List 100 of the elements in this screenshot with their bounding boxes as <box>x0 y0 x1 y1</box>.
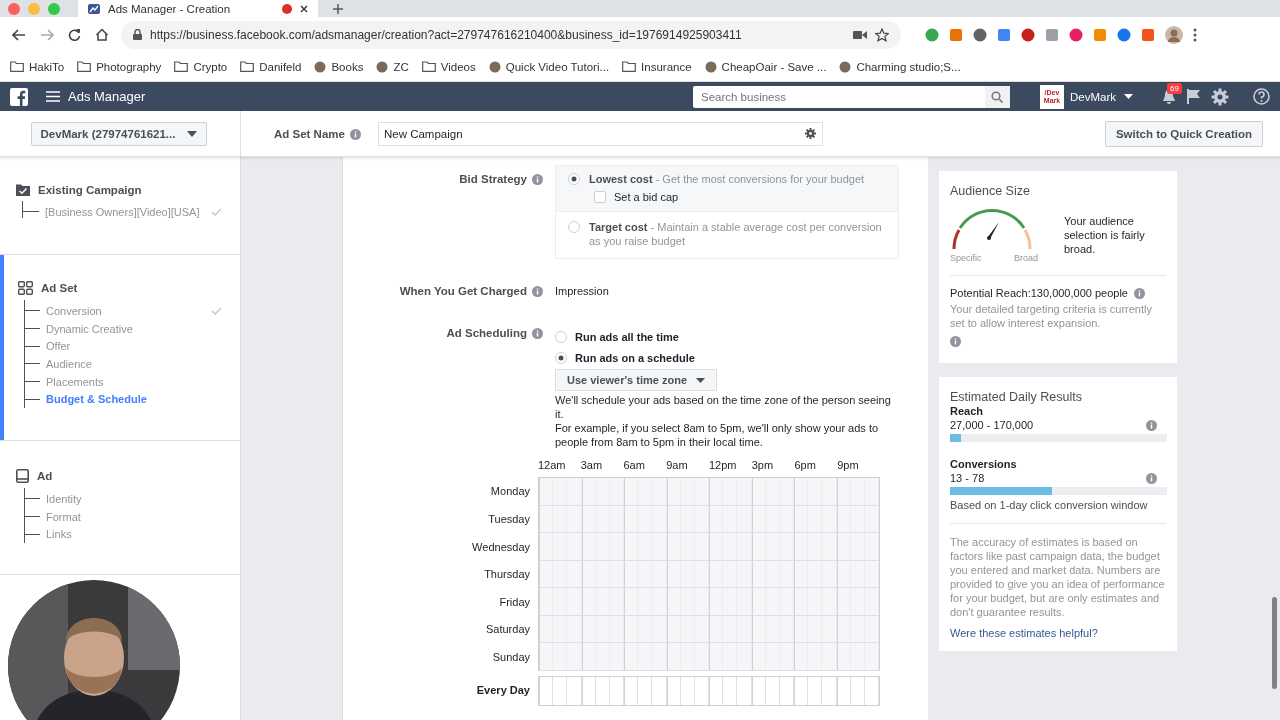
schedule-cell[interactable] <box>808 478 823 506</box>
facebook-logo-icon[interactable] <box>10 87 28 106</box>
schedule-cell[interactable] <box>609 588 624 616</box>
schedule-cell[interactable] <box>737 588 752 616</box>
extension-icon[interactable] <box>949 27 963 42</box>
schedule-cell[interactable] <box>638 588 653 616</box>
schedule-cell[interactable] <box>808 533 823 561</box>
radio-icon[interactable] <box>568 221 580 233</box>
schedule-cell[interactable] <box>794 478 809 506</box>
schedule-cell[interactable] <box>864 478 879 506</box>
bookmark[interactable]: HakiTo <box>10 60 65 73</box>
schedule-cell[interactable] <box>638 478 653 506</box>
schedule-cell[interactable] <box>737 478 752 506</box>
schedule-cell[interactable] <box>751 643 766 671</box>
schedule-cell[interactable] <box>864 643 879 671</box>
schedule-cell[interactable] <box>808 643 823 671</box>
feedback-link[interactable]: Were these estimates helpful? <box>950 627 1166 639</box>
radio-selected-icon[interactable] <box>568 173 580 185</box>
search-button[interactable] <box>985 85 1010 108</box>
info-icon[interactable] <box>1134 288 1145 299</box>
bookmark[interactable]: Quick Video Tutori... <box>488 60 610 73</box>
extension-icon[interactable] <box>973 27 987 42</box>
schedule-cell[interactable] <box>737 533 752 561</box>
schedule-cell[interactable] <box>850 478 865 506</box>
bookmark[interactable]: CheapOair - Save ... <box>704 60 827 73</box>
schedule-cell[interactable] <box>822 643 837 671</box>
schedule-cell[interactable] <box>680 643 695 671</box>
schedule-cell[interactable] <box>751 478 766 506</box>
schedule-cell[interactable] <box>666 676 681 705</box>
schedule-cell[interactable] <box>680 588 695 616</box>
extension-icon[interactable] <box>1045 27 1059 42</box>
schedule-cell[interactable] <box>553 533 568 561</box>
extension-icon[interactable] <box>1021 27 1035 42</box>
extension-icon[interactable] <box>1069 27 1083 42</box>
checkbox[interactable] <box>594 191 606 203</box>
nav-item[interactable]: Budget & Schedule <box>46 393 147 406</box>
info-icon[interactable] <box>349 128 361 140</box>
schedule-cell[interactable] <box>779 478 794 506</box>
account-dropdown[interactable]: DevMark (27974761621... <box>31 121 207 146</box>
schedule-cell[interactable] <box>765 588 780 616</box>
schedule-cell[interactable] <box>822 588 837 616</box>
schedule-cell[interactable] <box>652 478 667 506</box>
radio-label[interactable]: Run ads on a schedule <box>575 351 695 364</box>
bookmark[interactable]: Videos <box>421 60 476 73</box>
schedule-cell[interactable] <box>624 676 639 705</box>
schedule-cell[interactable] <box>723 588 738 616</box>
section-title[interactable]: Existing Campaign <box>38 183 142 196</box>
window-control-icon[interactable] <box>28 2 40 15</box>
schedule-cell[interactable] <box>553 478 568 506</box>
forward-icon[interactable] <box>40 28 54 41</box>
schedule-cell[interactable] <box>709 676 724 705</box>
radio-icon[interactable] <box>555 331 567 343</box>
search-field[interactable]: Search business <box>693 85 985 108</box>
schedule-cell[interactable] <box>709 478 724 506</box>
window-control-icon[interactable] <box>8 2 20 15</box>
window-control-icon[interactable] <box>48 2 60 15</box>
schedule-cell[interactable] <box>794 643 809 671</box>
checkbox-label[interactable]: Set a bid cap <box>614 191 679 203</box>
schedule-cell[interactable] <box>794 588 809 616</box>
name-field[interactable]: New Campaign <box>377 121 823 146</box>
info-icon[interactable] <box>532 174 543 185</box>
schedule-cell[interactable] <box>581 643 596 671</box>
schedule-cell[interactable] <box>850 533 865 561</box>
schedule-cell[interactable] <box>567 588 582 616</box>
star-icon[interactable] <box>875 27 889 42</box>
schedule-cell[interactable] <box>553 588 568 616</box>
schedule-cell[interactable] <box>609 533 624 561</box>
reload-icon[interactable] <box>68 28 81 41</box>
schedule-cell[interactable] <box>765 643 780 671</box>
option-text[interactable]: Target cost - Maintain a stable average cost per conversion as you raise budget <box>589 220 886 248</box>
schedule-cell[interactable] <box>666 588 681 616</box>
schedule-cell[interactable] <box>609 643 624 671</box>
schedule-cell[interactable] <box>794 533 809 561</box>
extension-icon[interactable] <box>1117 27 1131 42</box>
timezone-dropdown[interactable]: Use viewer's time zone <box>555 369 717 391</box>
schedule-cell[interactable] <box>680 478 695 506</box>
extension-icon[interactable] <box>925 27 939 42</box>
schedule-cell[interactable] <box>652 588 667 616</box>
schedule-cell[interactable] <box>581 533 596 561</box>
schedule-cell[interactable] <box>737 643 752 671</box>
schedule-cell[interactable] <box>709 643 724 671</box>
schedule-cell[interactable] <box>624 643 639 671</box>
new-tab-icon[interactable] <box>332 2 344 15</box>
schedule-cell[interactable] <box>666 643 681 671</box>
schedule-cell[interactable] <box>567 478 582 506</box>
bookmark[interactable]: Insurance <box>622 60 692 73</box>
schedule-cell[interactable] <box>666 478 681 506</box>
schedule-cell[interactable] <box>652 643 667 671</box>
schedule-cell[interactable] <box>850 588 865 616</box>
schedule-cell[interactable] <box>652 533 667 561</box>
schedule-cell[interactable] <box>539 643 554 671</box>
schedule-cell[interactable] <box>709 588 724 616</box>
schedule-cell[interactable] <box>794 676 809 705</box>
profile-avatar-icon[interactable] <box>1165 25 1183 44</box>
schedule-cell[interactable] <box>624 533 639 561</box>
info-icon[interactable] <box>532 286 543 297</box>
schedule-cell[interactable] <box>638 643 653 671</box>
schedule-cell[interactable] <box>836 643 851 671</box>
radio-selected-icon[interactable] <box>555 352 567 364</box>
home-icon[interactable] <box>95 28 109 41</box>
